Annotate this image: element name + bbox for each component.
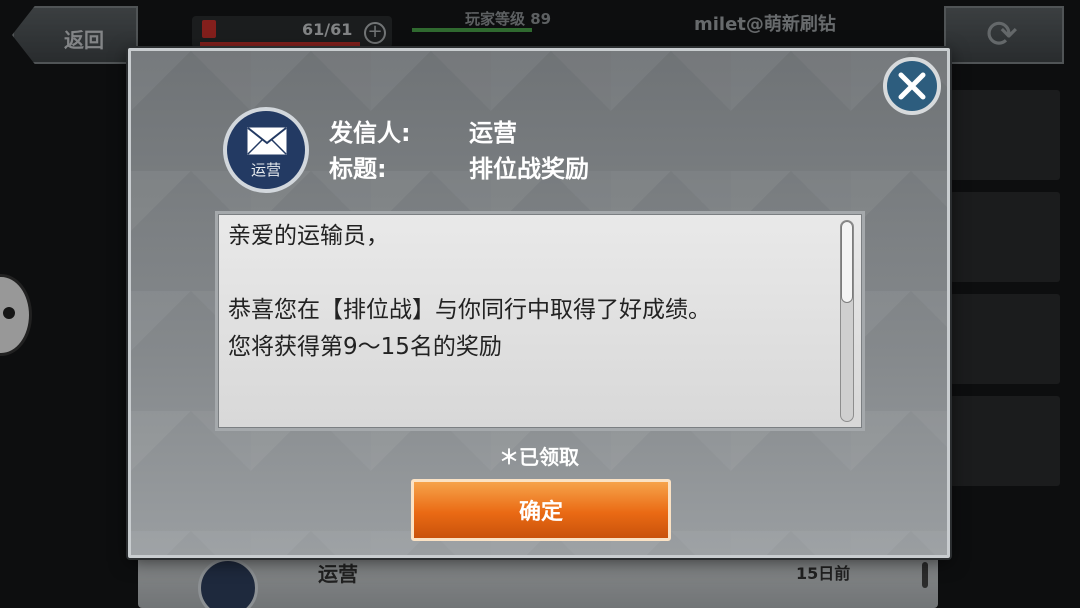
message-body[interactable]: 亲爱的运输员， 恭喜您在【排位战】与你同行中取得了好成绩。 您将获得第9～15名… — [215, 211, 865, 431]
subject-key: 标题: — [329, 155, 387, 183]
message-spacer — [228, 255, 828, 292]
envelope-icon — [247, 127, 287, 155]
mail-dialog: 运营 发信人: 运营 标题: 排位战奖励 亲爱的运输员， 恭喜您在【排位战】与你… — [128, 48, 950, 558]
close-icon — [898, 72, 926, 100]
scroll-thumb[interactable] — [841, 221, 853, 303]
subject-value: 排位战奖励 — [469, 155, 589, 183]
message-line: 亲爱的运输员， — [228, 223, 389, 249]
confirm-button[interactable]: 确定 — [411, 479, 671, 541]
sender-value: 运营 — [469, 119, 517, 147]
message-line: 恭喜您在【排位战】与你同行中取得了好成绩。 — [228, 297, 711, 323]
avatar-label: 运营 — [250, 161, 281, 179]
sender-avatar: 运营 — [223, 107, 309, 193]
close-button[interactable] — [883, 57, 941, 115]
message-text: 亲爱的运输员， 恭喜您在【排位战】与你同行中取得了好成绩。 您将获得第9～15名… — [228, 218, 828, 366]
message-scrollbar[interactable] — [840, 220, 854, 422]
message-line: 您将获得第9～15名的奖励 — [228, 334, 502, 360]
claim-status: ＊已领取 — [499, 445, 579, 469]
sender-key: 发信人: — [329, 119, 411, 147]
